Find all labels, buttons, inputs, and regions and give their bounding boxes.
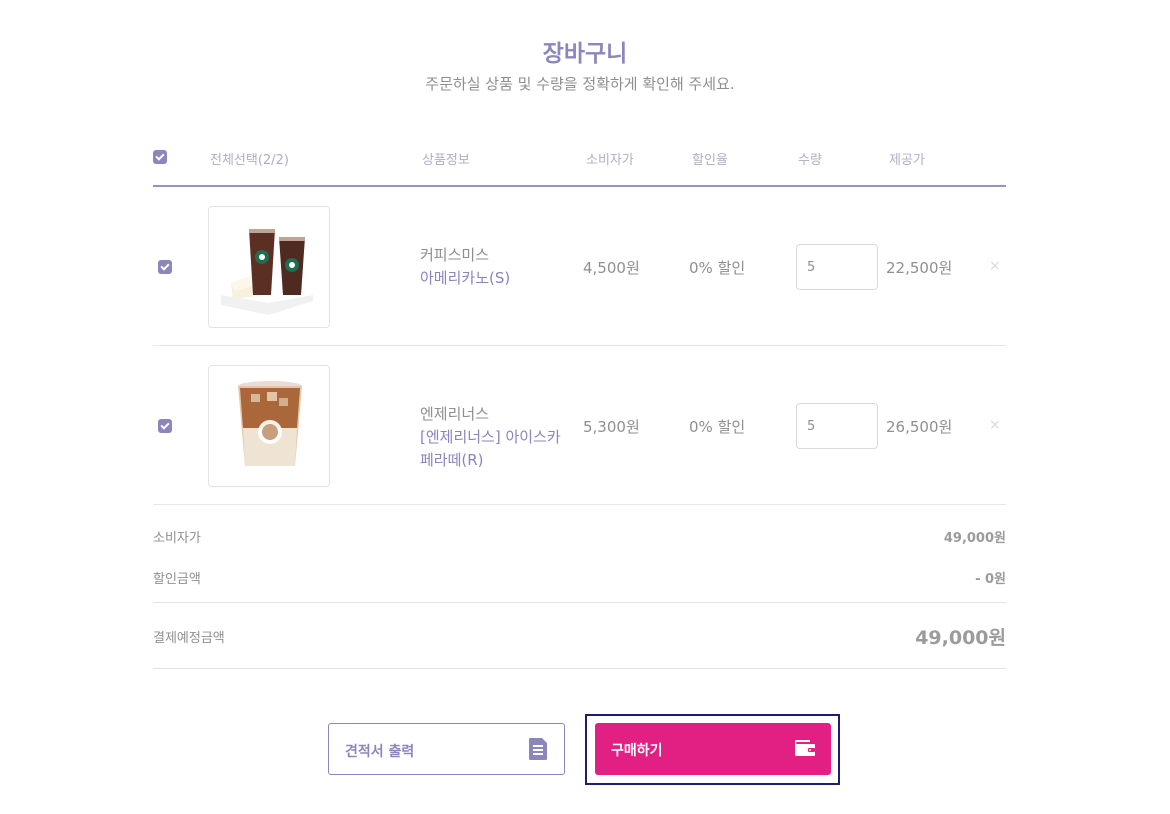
item-discount: 0% 할인 [689,259,746,277]
remove-item-icon[interactable]: × [989,417,1001,433]
product-title[interactable]: [엔제리너스] 아이스카페라떼(R) [420,428,561,469]
cart-item-row: 커피스미스 아메리카노(S) 4,500원 0% 할인 22,500원 × [153,187,1006,346]
americano-cheesecake-image[interactable] [208,206,330,328]
header-product-info: 상품정보 [422,153,470,168]
print-quote-label: 견적서 출력 [345,744,415,760]
summary-discount-label: 할인금액 [153,572,201,587]
table-header: 전체선택(2/2) 상품정보 소비자가 할인율 수량 제공가 [153,130,1006,187]
iced-latte-image[interactable] [208,365,330,487]
product-brand: 커피스미스 [420,246,490,264]
remove-item-icon[interactable]: × [989,258,1001,274]
buy-button[interactable]: 구매하기 [595,723,831,775]
item-offer-price: 22,500원 [886,259,953,277]
page-title: 장바구니 [542,41,628,67]
product-name[interactable]: 커피스미스 아메리카노(S) [420,244,570,290]
quantity-input[interactable] [796,244,878,290]
document-icon [528,737,548,765]
quantity-input[interactable] [796,403,878,449]
product-title[interactable]: 아메리카노(S) [420,269,510,287]
select-all-label[interactable]: 전체선택(2/2) [210,149,289,168]
product-brand: 엔제리너스 [420,405,490,423]
header-offer-price: 제공가 [889,153,925,168]
print-quote-button[interactable]: 견적서 출력 [328,723,565,775]
cart-item-row: 엔제리너스 [엔제리너스] 아이스카페라떼(R) 5,300원 0% 할인 26… [153,346,1006,505]
header-discount-rate: 할인율 [692,153,728,168]
summary-list-price-value: 49,000원 [943,531,1006,546]
item-checkbox[interactable] [158,419,172,433]
summary-payment-label: 결제예정금액 [153,631,225,646]
item-list-price: 4,500원 [583,259,640,277]
item-discount: 0% 할인 [689,418,746,436]
buy-label: 구매하기 [611,743,663,759]
summary-payment-value: 49,000원 [915,627,1006,649]
summary-list-price-row: 소비자가 49,000원 [153,505,1006,550]
product-name[interactable]: 엔제리너스 [엔제리너스] 아이스카페라떼(R) [420,403,570,472]
summary-discount-value: - 0원 [975,572,1006,587]
header-quantity: 수량 [798,153,822,168]
wallet-icon [794,737,816,761]
item-offer-price: 26,500원 [886,418,953,436]
summary-payment-row: 결제예정금액 49,000원 [153,603,1006,669]
order-summary: 소비자가 49,000원 할인금액 - 0원 결제예정금액 49,000원 [153,505,1006,669]
summary-discount-row: 할인금액 - 0원 [153,550,1006,603]
summary-list-price-label: 소비자가 [153,531,201,546]
select-all-checkbox[interactable] [153,150,167,164]
item-checkbox[interactable] [158,260,172,274]
cart-table: 전체선택(2/2) 상품정보 소비자가 할인율 수량 제공가 커피스미스 아메리… [153,130,1006,505]
header-list-price: 소비자가 [586,153,634,168]
item-list-price: 5,300원 [583,418,640,436]
page-subtitle: 주문하실 상품 및 수량을 정확하게 확인해 주세요. [425,75,735,93]
